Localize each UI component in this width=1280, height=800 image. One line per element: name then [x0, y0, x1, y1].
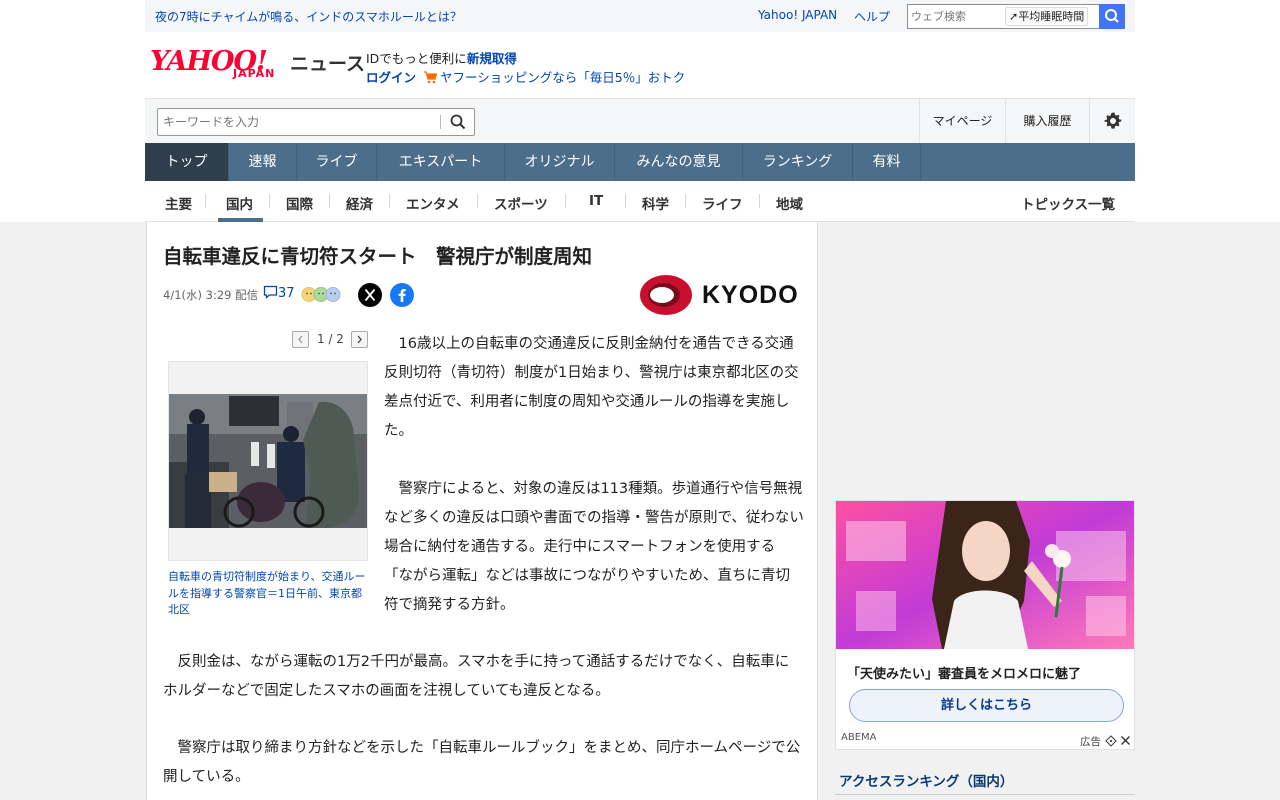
keyword-search-input[interactable]	[163, 114, 433, 130]
article-photo[interactable]	[168, 361, 368, 561]
category-divider	[329, 194, 330, 208]
ad-image[interactable]	[836, 501, 1134, 649]
yahoo-logo-japan: JAPAN	[233, 67, 276, 80]
ad-details-button[interactable]: 詳しくはこちら	[849, 689, 1124, 722]
article-paragraph: 警察庁は取り締まり方針などを示した「自転車ルールブック」をまとめ、同庁ホームペー…	[163, 740, 801, 785]
article: 自転車違反に青切符スタート 警視庁が制度周知 4/1(水) 3:29 配信 37…	[146, 222, 818, 800]
tab-paid[interactable]: 有料	[853, 143, 921, 181]
comment-link[interactable]: 37	[263, 285, 295, 301]
search-icon[interactable]	[449, 113, 467, 131]
facebook-logo-icon	[398, 289, 406, 302]
keyword-search-box	[157, 108, 475, 136]
search-assist-chip[interactable]: ➚平均睡眠時間	[1005, 7, 1089, 26]
category-entertainment[interactable]: エンタメ	[406, 193, 460, 213]
login-link[interactable]: ログイン	[366, 70, 416, 85]
tab-live[interactable]: ライブ	[297, 143, 377, 181]
category-divider	[625, 194, 626, 208]
category-divider	[269, 194, 270, 208]
tab-top[interactable]: トップ	[145, 143, 229, 181]
ranking-divider	[835, 794, 1135, 795]
category-local[interactable]: 地域	[776, 193, 803, 213]
ad-label: 広告	[1080, 736, 1101, 748]
x-logo-icon	[364, 288, 376, 302]
web-search-button[interactable]	[1099, 4, 1125, 29]
gear-icon	[1104, 112, 1121, 129]
article-paragraph: 16歳以上の自転車の交通違反に反則金納付を通告できる交通反則切符（青切符）制度が…	[384, 336, 799, 439]
article-date: 4/1(水) 3:29 配信	[163, 288, 259, 302]
reaction-faces-icon	[301, 287, 341, 302]
tab-opinion[interactable]: みんなの意見	[615, 143, 743, 181]
category-divider	[205, 194, 206, 208]
ranking-title[interactable]: アクセスランキング（国内）	[839, 770, 1013, 790]
web-search-input[interactable]	[911, 8, 1003, 25]
purchase-history-link[interactable]: 購入履歴	[1005, 99, 1089, 143]
search-divider	[440, 115, 441, 129]
source-logo-text: KYODO	[702, 281, 799, 309]
category-economy[interactable]: 経済	[346, 193, 373, 213]
chevron-right-icon	[357, 335, 362, 344]
comment-count: 37	[278, 286, 295, 301]
category-divider	[477, 194, 478, 208]
web-search-box: ➚平均睡眠時間	[907, 4, 1125, 29]
ad-headline[interactable]: 「天使みたい」審査員をメロメロに魅了	[847, 663, 1081, 682]
help-link[interactable]: ヘルプ	[854, 8, 890, 25]
yahoo-japan-link[interactable]: Yahoo! JAPAN	[758, 8, 837, 22]
category-divider	[565, 194, 566, 208]
search-assist-text: 平均睡眠時間	[1018, 10, 1085, 23]
search-row: マイページ 購入履歴	[145, 98, 1135, 143]
promo-bar: 夜の7時にチャイムが鳴る、インドのスマホルールとは？ Yahoo! JAPAN …	[145, 0, 1135, 32]
ad-unit[interactable]: 「天使みたい」審査員をメロメロに魅了 詳しくはこちら ABEMA 広告	[835, 500, 1135, 750]
category-international[interactable]: 国際	[286, 193, 313, 213]
news-logo[interactable]: ニュース	[290, 49, 365, 76]
category-main[interactable]: 主要	[165, 193, 192, 213]
ranking-section: アクセスランキング（国内）	[835, 770, 1135, 800]
register-link[interactable]: 新規取得	[467, 51, 517, 66]
prev-photo-button[interactable]	[292, 331, 309, 348]
category-life[interactable]: ライフ	[702, 193, 743, 213]
id-promo: IDでもっと便利に新規取得	[366, 48, 517, 67]
category-domestic[interactable]: 国内	[226, 193, 253, 213]
ad-source: ABEMA	[841, 732, 877, 743]
share-facebook-button[interactable]	[390, 283, 414, 307]
tab-ranking[interactable]: ランキング	[743, 143, 853, 181]
next-photo-button[interactable]	[351, 331, 368, 348]
category-science[interactable]: 科学	[642, 193, 669, 213]
id-promo-text: IDでもっと便利に	[366, 51, 467, 66]
category-it[interactable]: IT	[589, 193, 603, 209]
article-paragraph: 反則金は、ながら運転の1万2千円が最高。スマホを手に持って通話するだけでなく、自…	[163, 654, 790, 699]
category-sports[interactable]: スポーツ	[494, 193, 548, 213]
main-nav: トップ 速報 ライブ エキスパート オリジナル みんなの意見 ランキング 有料	[145, 143, 1135, 181]
logo-area: YAHOO! JAPAN ニュース IDでもっと便利に新規取得 ログイン ヤフーシ…	[145, 32, 1135, 98]
photo-caption[interactable]: 自転車の青切符制度が始まり、交通ルールを指導する警察官＝1日午前、東京都北区	[168, 569, 368, 619]
settings-button[interactable]	[1089, 99, 1135, 143]
ad-info-icon[interactable]	[1105, 735, 1117, 747]
tab-breaking[interactable]: 速報	[229, 143, 297, 181]
article-photo-image	[169, 394, 367, 528]
ad-close-icon[interactable]	[1120, 735, 1131, 746]
source-logo[interactable]: KYODO	[640, 274, 800, 322]
article-paragraph: 警察庁によると、対象の違反は113種類。歩道通行や信号無視など多くの違反は口頭や…	[384, 481, 804, 613]
chevron-left-icon	[298, 335, 303, 344]
share-x-button[interactable]	[358, 283, 382, 307]
category-nav: 主要 国内 国際 経済 エンタメ スポーツ IT 科学 ライフ 地域 トピックス…	[145, 181, 1135, 222]
article-title: 自転車違反に青切符スタート 警視庁が制度周知	[163, 245, 593, 268]
ad-photo-image	[836, 501, 1134, 649]
tab-original[interactable]: オリジナル	[505, 143, 615, 181]
login-line: ログイン ヤフーショッピングなら「毎日5％」おトク	[366, 67, 685, 86]
category-divider	[389, 194, 390, 208]
search-icon	[1105, 9, 1119, 23]
topics-list-link[interactable]: トピックス一覧	[1021, 193, 1115, 213]
comment-icon	[263, 285, 278, 299]
shopping-cart-icon	[424, 71, 438, 84]
search-assist-arrow-icon: ➚	[1009, 10, 1019, 23]
pager-text: 1 / 2	[317, 332, 344, 346]
shopping-promo-link[interactable]: ヤフーショッピングなら「毎日5％」おトク	[440, 70, 685, 85]
category-divider	[685, 194, 686, 208]
tab-expert[interactable]: エキスパート	[377, 143, 505, 181]
mypage-link[interactable]: マイページ	[919, 99, 1005, 143]
category-divider	[759, 194, 760, 208]
promo-headline-link[interactable]: 夜の7時にチャイムが鳴る、インドのスマホルールとは？	[155, 8, 462, 25]
